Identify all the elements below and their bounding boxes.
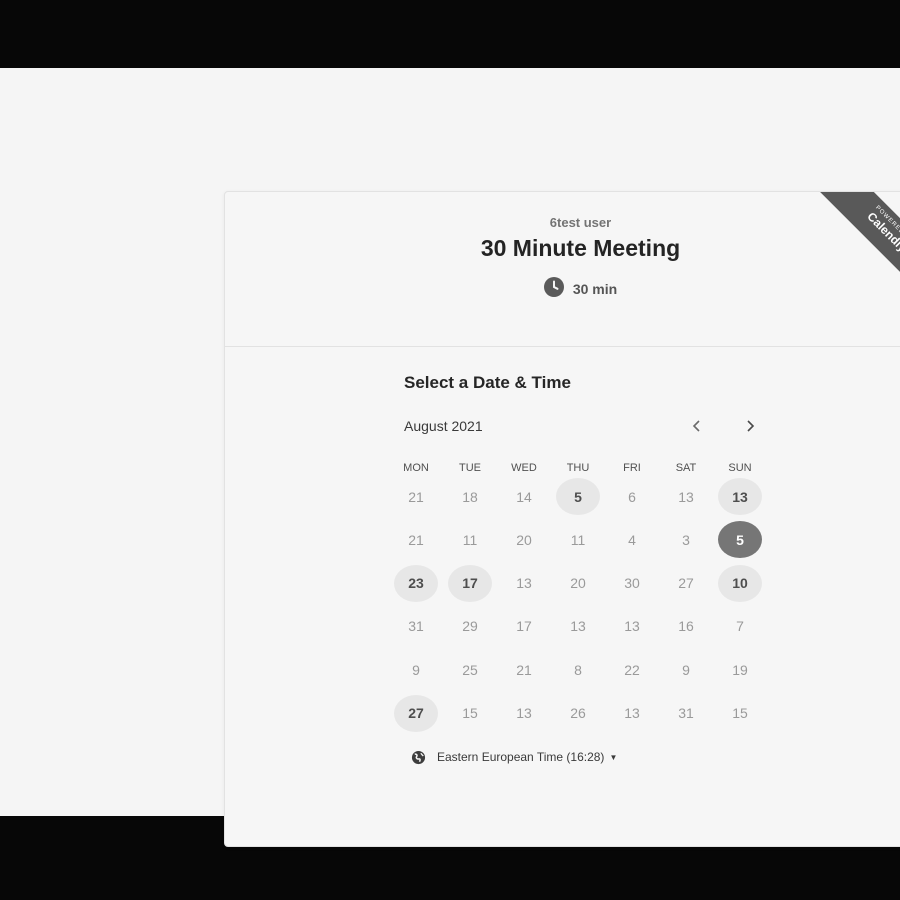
day-cell[interactable]: 27 [394, 694, 438, 732]
weekday-header: MON TUE WED THU FRI SAT SUN [389, 462, 767, 476]
booking-card: 6test user 30 Minute Meeting 30 min POWE… [224, 191, 900, 847]
weekday-label: THU [566, 462, 590, 474]
day-cell: 19 [732, 661, 748, 678]
day-cell: 21 [408, 488, 424, 505]
chevron-right-icon[interactable] [738, 414, 762, 438]
day-cell: 13 [678, 488, 694, 505]
event-owner: 6test user [549, 215, 612, 230]
month-navigation: August 2021 [404, 418, 758, 438]
weekday-label: TUE [459, 462, 481, 474]
calendar-grid: 21 18 14 5 6 13 13 21 11 20 11 4 3 5 23 17 13 20 30 27 10 31 2… [389, 476, 767, 736]
day-cell[interactable]: 10 [718, 564, 762, 602]
day-cell: 27 [678, 575, 694, 592]
day-cell: 18 [462, 488, 478, 505]
day-cell: 7 [736, 618, 744, 635]
day-cell: 29 [462, 618, 478, 635]
day-cell: 11 [462, 531, 478, 548]
caret-down-icon: ▼ [609, 752, 618, 762]
day-cell: 22 [624, 661, 640, 678]
chevron-left-icon[interactable] [685, 414, 709, 438]
day-cell: 13 [570, 618, 586, 635]
globe-icon [411, 750, 426, 765]
day-cell: 13 [516, 575, 532, 592]
day-cell: 14 [516, 488, 532, 505]
weekday-label: SUN [728, 462, 752, 474]
day-cell: 8 [574, 661, 582, 678]
event-title: 30 Minute Meeting [480, 235, 681, 261]
day-cell: 17 [516, 618, 532, 635]
day-cell[interactable]: 5 [718, 521, 762, 559]
day-cell: 31 [678, 705, 694, 721]
day-cell[interactable]: 5 [556, 478, 600, 515]
day-cell: 21 [408, 531, 424, 548]
event-header: 6test user 30 Minute Meeting 30 min POWE… [225, 192, 900, 347]
timezone-label: Eastern European Time (16:28) [437, 750, 605, 764]
day-cell: 3 [682, 531, 690, 548]
day-cell: 30 [624, 575, 640, 592]
weekday-label: SAT [675, 462, 697, 474]
clock-icon [543, 277, 564, 300]
day-cell: 20 [516, 531, 532, 548]
day-cell: 21 [516, 661, 532, 678]
day-cell: 20 [570, 575, 586, 592]
day-cell: 15 [732, 705, 748, 721]
month-label: August 2021 [404, 418, 483, 434]
day-cell: 13 [624, 618, 640, 635]
day-cell: 6 [628, 488, 636, 505]
day-cell: 13 [516, 705, 532, 721]
day-cell: 16 [678, 618, 694, 635]
day-cell[interactable]: 13 [718, 478, 762, 515]
day-cell[interactable]: 17 [448, 564, 492, 602]
event-duration-label: 30 min [572, 281, 618, 298]
page-background: 6test user 30 Minute Meeting 30 min POWE… [0, 68, 900, 847]
day-cell: 26 [570, 705, 586, 721]
weekday-label: MON [403, 462, 429, 474]
section-title: Select a Date & Time [404, 373, 571, 392]
day-cell: 13 [624, 705, 640, 721]
event-duration: 30 min [225, 277, 900, 300]
timezone-selector[interactable]: Eastern European Time (16:28) ▼ [411, 748, 617, 766]
day-cell: 9 [682, 661, 690, 678]
day-cell: 4 [628, 531, 636, 548]
day-cell: 15 [462, 705, 478, 721]
day-cell: 25 [462, 661, 478, 678]
day-cell: 9 [412, 661, 420, 678]
day-cell[interactable]: 23 [394, 564, 438, 602]
weekday-label: FRI [623, 462, 641, 474]
weekday-label: WED [511, 462, 537, 474]
day-cell: 11 [570, 531, 586, 548]
day-cell: 31 [408, 618, 424, 635]
